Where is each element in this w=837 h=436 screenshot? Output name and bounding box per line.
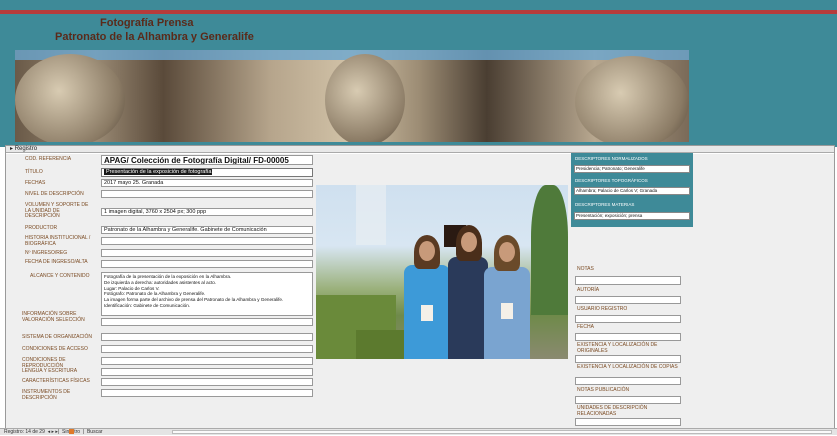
lion-sculpture-right bbox=[575, 56, 689, 142]
lion-sculpture-left bbox=[15, 54, 125, 142]
ingreso-field[interactable] bbox=[101, 249, 313, 257]
titulo-value: Presentación de la exposición de fotogra… bbox=[104, 169, 212, 175]
label-productor: PRODUCTOR bbox=[25, 225, 58, 231]
record-counter[interactable]: Registro: 14 de 29 bbox=[4, 429, 45, 435]
lion-sculpture-center bbox=[325, 54, 405, 142]
label-fecha-ingreso: FECHA DE INGRESO/ALTA bbox=[25, 259, 88, 265]
label-fecha: FECHA bbox=[577, 324, 594, 330]
label-cod-referencia: COD. REFERENCIA bbox=[25, 156, 72, 162]
titulo-field[interactable]: Presentación de la exposición de fotogra… bbox=[101, 168, 313, 177]
label-historia: HISTORIA INSTITUCIONAL / BIOGRÁFICA bbox=[25, 235, 91, 247]
label-notas-publicacion: NOTAS PUBLICACIÓN bbox=[577, 387, 630, 393]
search-box[interactable]: Buscar bbox=[87, 429, 103, 435]
label-alcance: ALCANCE Y CONTENIDO bbox=[30, 273, 90, 279]
label-volumen: VOLUMEN Y SOPORTE DE LA UNIDAD DE DESCRI… bbox=[25, 202, 89, 219]
existencia-originales-field[interactable] bbox=[575, 355, 681, 363]
usuario-field[interactable] bbox=[575, 315, 681, 323]
desc-normalizados-field[interactable]: Presidencia; Patronato; Generalife bbox=[574, 165, 690, 173]
existencia-copias-field[interactable] bbox=[575, 377, 681, 385]
booklet-right bbox=[501, 303, 513, 319]
label-desc-normalizados: DESCRIPTORES NORMALIZADOS bbox=[575, 156, 648, 161]
header-accent-line bbox=[0, 10, 837, 14]
label-informacion: INFORMACIÓN SOBRE VALORACIÓN SELECCIÓN bbox=[22, 311, 85, 323]
tab-registro[interactable]: ▸ Registro bbox=[6, 146, 834, 153]
label-nuevo: USUARIO REGISTRO bbox=[577, 306, 628, 312]
nav-new-record-icon[interactable] bbox=[69, 429, 74, 434]
desc-materias-field[interactable]: Presentación; exposición; prensa bbox=[574, 212, 690, 220]
label-desc-materias: DESCRIPTORES MATERIAS bbox=[575, 202, 635, 207]
label-condiciones-acceso: CONDICIONES DE ACCESO bbox=[22, 346, 88, 352]
condiciones-acceso-field[interactable] bbox=[101, 345, 313, 353]
instrumentos-field[interactable] bbox=[101, 389, 313, 397]
fecha-field[interactable] bbox=[575, 333, 681, 341]
app-title: Fotografía Prensa Patronato de la Alhamb… bbox=[55, 16, 254, 44]
volumen-field[interactable]: 1 imagen digital, 3760 x 2504 px; 300 pp… bbox=[101, 208, 313, 216]
tab-label: Registro bbox=[14, 146, 38, 152]
productor-field[interactable]: Patronato de la Alhambra y Generalife. G… bbox=[101, 226, 313, 234]
nivel-descripcion-field[interactable] bbox=[101, 190, 313, 198]
sistema-field[interactable] bbox=[101, 333, 313, 341]
label-lengua: LENGUA Y ESCRITURA bbox=[22, 368, 78, 374]
horizontal-scrollbar[interactable] bbox=[172, 430, 832, 434]
label-existencia-copias: EXISTENCIA Y LOCALIZACIÓN DE COPIAS bbox=[577, 364, 678, 370]
person-center bbox=[448, 257, 488, 359]
fechas-field[interactable]: 2017 mayo 25. Granada bbox=[101, 179, 313, 187]
desc-topograficos-field[interactable]: Alhambra; Palacio de Carlos V; Granada bbox=[574, 187, 690, 195]
label-existencia-originales: EXISTENCIA Y LOCALIZACIÓN DE ORIGINALES bbox=[577, 342, 658, 354]
label-fechas: FECHAS bbox=[25, 180, 46, 186]
header-bar: Fotografía Prensa Patronato de la Alhamb… bbox=[0, 0, 837, 147]
notas-field[interactable] bbox=[575, 276, 681, 285]
title-line-2: Patronato de la Alhambra y Generalife bbox=[55, 31, 254, 43]
alcance-field[interactable]: Fotografía de la presentación de la expo… bbox=[101, 272, 313, 316]
label-desc-topograficos: DESCRIPTORES TOPOGRÁFICOS bbox=[575, 178, 648, 183]
autoria-field[interactable] bbox=[575, 296, 681, 304]
label-instrumentos: INSTRUMENTOS DE DESCRIPCIÓN bbox=[22, 389, 71, 401]
label-notas: NOTAS bbox=[577, 266, 594, 272]
descriptors-panel: DESCRIPTORES NORMALIZADOS Presidencia; P… bbox=[571, 153, 693, 227]
record-photo bbox=[316, 185, 568, 359]
tree bbox=[531, 185, 568, 315]
label-nivel-descripcion: NIVEL DE DESCRIPCIÓN bbox=[25, 191, 84, 197]
label-caracteristicas: CARACTERÍSTICAS FÍSICAS bbox=[22, 378, 90, 384]
caracteristicas-field[interactable] bbox=[101, 378, 313, 386]
condiciones-reproduccion-field[interactable] bbox=[101, 357, 313, 365]
title-line-1: Fotografía Prensa bbox=[100, 17, 194, 29]
lengua-field[interactable] bbox=[101, 368, 313, 376]
fecha-ingreso-field[interactable] bbox=[101, 260, 313, 268]
historia-field[interactable] bbox=[101, 237, 313, 245]
label-sistema: SISTEMA DE ORGANIZACIÓN bbox=[22, 334, 93, 340]
label-autoria: AUTORÍA bbox=[577, 287, 600, 293]
label-unidades-relacionadas: UNIDADES DE DESCRIPCIÓN RELACIONADAS bbox=[577, 405, 648, 417]
informacion-field[interactable] bbox=[101, 318, 313, 326]
label-ingreso: Nº INGRESO/REG bbox=[25, 250, 68, 256]
unidades-relacionadas-field[interactable] bbox=[575, 418, 681, 426]
banner-image bbox=[15, 50, 689, 142]
booklet-left bbox=[421, 305, 433, 321]
notas-publicacion-field[interactable] bbox=[575, 396, 681, 404]
cod-referencia-field[interactable]: APAG/ Colección de Fotografía Digital/ F… bbox=[101, 155, 313, 165]
label-titulo: TÍTULO bbox=[25, 169, 43, 175]
